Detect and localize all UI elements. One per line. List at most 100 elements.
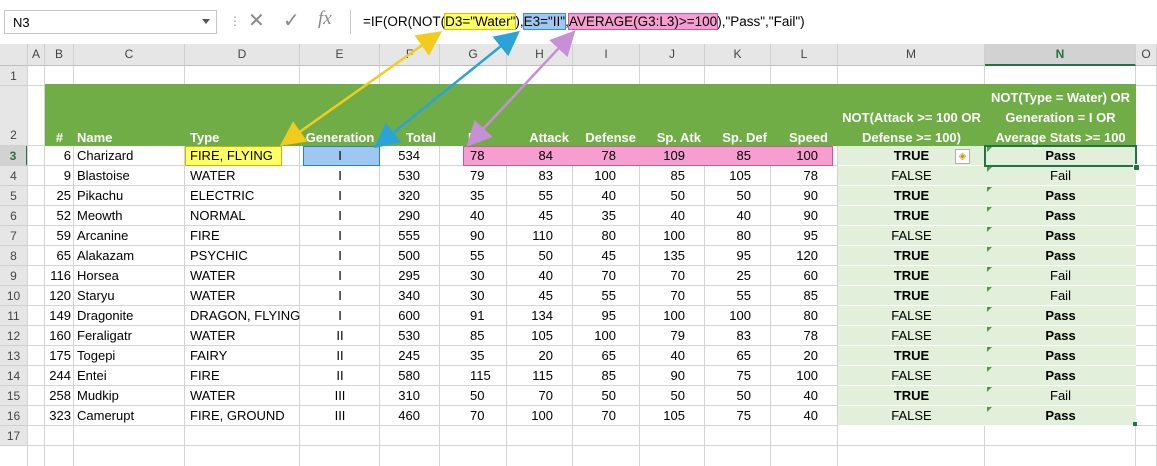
column-header-o[interactable]: O [1136,44,1157,66]
cell-name[interactable]: Arcanine [74,226,185,246]
cell-name[interactable]: Entei [74,366,185,386]
cell-number[interactable]: 120 [45,286,74,306]
cell-generation[interactable]: I [300,146,380,166]
name-box-dropdown-icon[interactable] [202,19,210,24]
row-header-14[interactable]: 14 [0,366,28,386]
cell-sp-atk[interactable]: 79 [640,326,705,346]
column-header-a[interactable]: A [28,44,45,66]
cancel-icon[interactable]: ✕ [248,8,265,33]
column-header-n[interactable]: N [985,44,1136,66]
cell-attack[interactable]: 55 [507,186,573,206]
cell-result[interactable]: Pass [985,186,1136,206]
column-header-h[interactable]: H [507,44,573,66]
cell-attack[interactable]: 100 [507,406,573,426]
cell-sp-def[interactable]: 65 [705,346,771,366]
cell-name[interactable]: Blastoise [74,166,185,186]
cell-number[interactable]: 6 [45,146,74,166]
column-header-f[interactable]: F [380,44,440,66]
cell-type[interactable]: WATER [185,166,300,186]
cell-sp-atk[interactable]: 50 [640,386,705,406]
row-header-2[interactable]: 2 [0,86,28,146]
row-header-1[interactable]: 1 [0,66,28,86]
cell-defense[interactable]: 100 [573,166,640,186]
cell-name[interactable]: Alakazam [74,246,185,266]
cell-type[interactable]: FIRE [185,226,300,246]
cell-defense[interactable]: 70 [573,266,640,286]
cell-result[interactable]: Fail [985,286,1136,306]
cell-type[interactable]: WATER [185,326,300,346]
cell-attack-defense-check[interactable]: FALSE [838,226,985,246]
cell-sp-def[interactable]: 55 [705,286,771,306]
cell-number[interactable]: 258 [45,386,74,406]
row-header-4[interactable]: 4 [0,166,28,186]
cell-name[interactable]: Dragonite [74,306,185,326]
cell-defense[interactable]: 35 [573,206,640,226]
cell-defense[interactable]: 45 [573,246,640,266]
cell-speed[interactable]: 95 [771,226,838,246]
cell-attack-defense-check[interactable]: TRUE [838,286,985,306]
cell-generation[interactable]: III [300,406,380,426]
cell-hp[interactable]: 85 [440,326,507,346]
cell-result[interactable]: Fail [985,386,1136,406]
row-header-11[interactable]: 11 [0,306,28,326]
cell-attack-defense-check[interactable]: TRUE [838,246,985,266]
cell-sp-atk[interactable]: 90 [640,366,705,386]
cell-sp-def[interactable]: 50 [705,386,771,406]
cell-hp[interactable]: 30 [440,286,507,306]
cell-sp-def[interactable]: 95 [705,246,771,266]
cell-type[interactable]: FIRE, FLYING [185,146,300,166]
cell-attack-defense-check[interactable]: TRUE [838,206,985,226]
cell-speed[interactable]: 80 [771,306,838,326]
cell-attack[interactable]: 105 [507,326,573,346]
cell-sp-def[interactable]: 100 [705,306,771,326]
cell-attack[interactable]: 45 [507,286,573,306]
cell-generation[interactable]: I [300,246,380,266]
row-header-17[interactable]: 17 [0,426,28,446]
name-box[interactable]: N3 [4,10,217,34]
cell-total[interactable]: 295 [380,266,440,286]
cell-generation[interactable]: I [300,206,380,226]
row-header-5[interactable]: 5 [0,186,28,206]
cell-result[interactable]: Pass [985,206,1136,226]
cell-total[interactable]: 245 [380,346,440,366]
cell-generation[interactable]: II [300,346,380,366]
cell-name[interactable]: Togepi [74,346,185,366]
cell-sp-atk[interactable]: 40 [640,346,705,366]
table-resize-handle[interactable] [1133,422,1137,426]
row-header-16[interactable]: 16 [0,406,28,426]
cell-sp-def[interactable]: 85 [705,146,771,166]
fill-handle[interactable] [1133,164,1140,171]
cell-name[interactable]: Camerupt [74,406,185,426]
row-header-12[interactable]: 12 [0,326,28,346]
column-header-k[interactable]: K [705,44,771,66]
cell-generation[interactable]: I [300,166,380,186]
cell-total[interactable]: 320 [380,186,440,206]
cell-speed[interactable]: 78 [771,326,838,346]
cell-defense[interactable]: 100 [573,326,640,346]
column-header-g[interactable]: G [440,44,507,66]
cell-sp-atk[interactable]: 100 [640,306,705,326]
cell-hp[interactable]: 30 [440,266,507,286]
cell-result[interactable]: Pass [985,306,1136,326]
row-header-3[interactable]: 3 [0,146,28,166]
cell-speed[interactable]: 120 [771,246,838,266]
cell-hp[interactable]: 55 [440,246,507,266]
cell-number[interactable]: 116 [45,266,74,286]
cell-total[interactable]: 500 [380,246,440,266]
cell-sp-atk[interactable]: 40 [640,206,705,226]
cell-sp-atk[interactable]: 135 [640,246,705,266]
cell-total[interactable]: 555 [380,226,440,246]
cell-attack-defense-check[interactable]: FALSE [838,366,985,386]
cell-name[interactable]: Charizard [74,146,185,166]
cell-hp[interactable]: 115 [440,366,507,386]
cell-sp-atk[interactable]: 70 [640,286,705,306]
cell-attack-defense-check[interactable]: TRUE [838,266,985,286]
row-header-8[interactable]: 8 [0,246,28,266]
column-header-m[interactable]: M [838,44,985,66]
row-header-7[interactable]: 7 [0,226,28,246]
cell-attack[interactable]: 40 [507,266,573,286]
cell-type[interactable]: ELECTRIC [185,186,300,206]
row-header-15[interactable]: 15 [0,386,28,406]
cell-attack[interactable]: 115 [507,366,573,386]
cell-hp[interactable]: 50 [440,386,507,406]
